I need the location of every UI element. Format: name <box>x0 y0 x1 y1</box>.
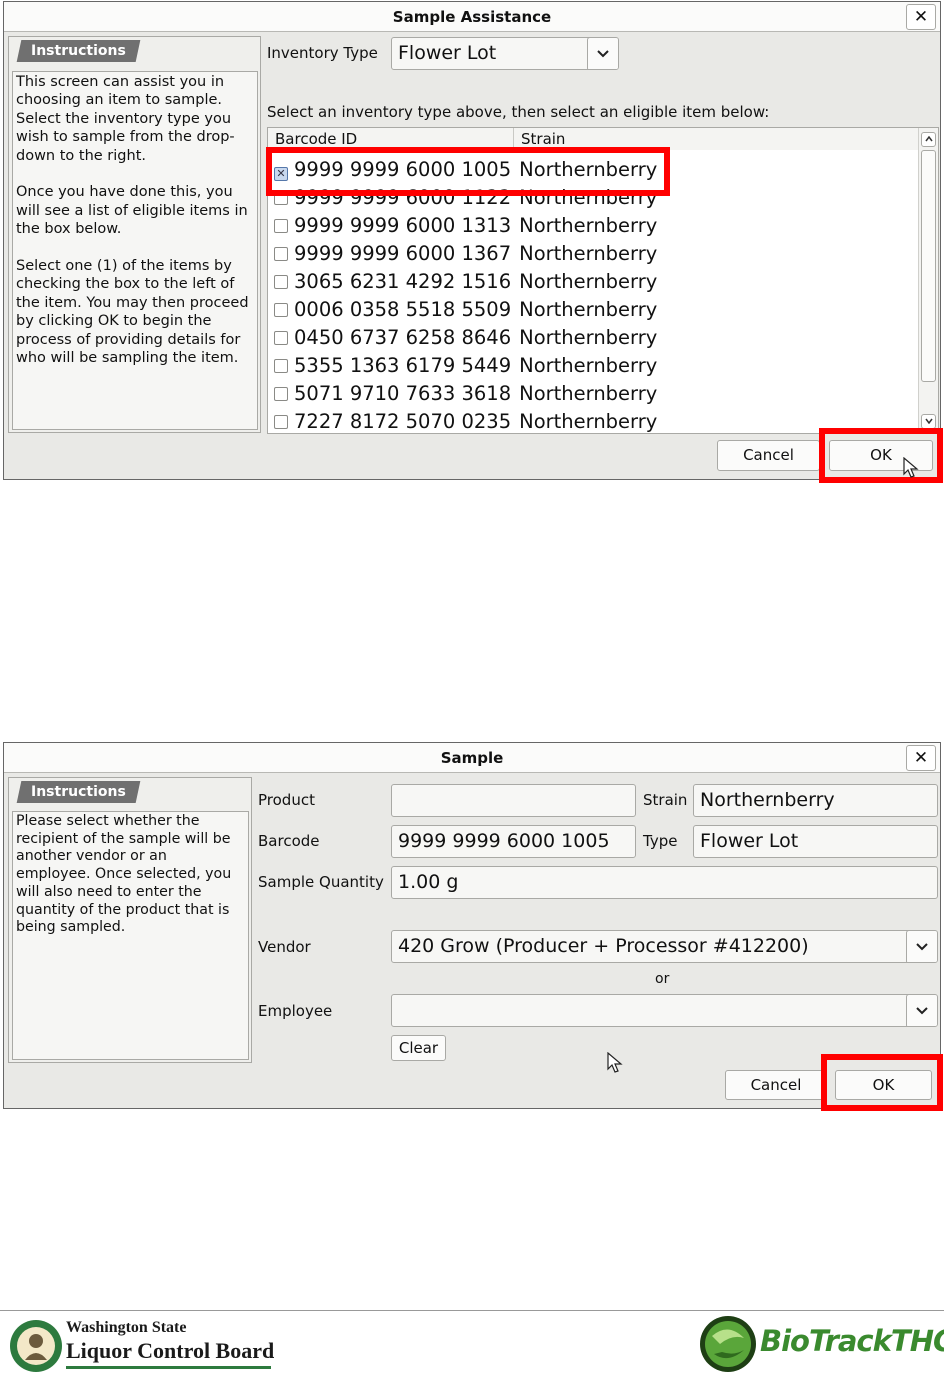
biotrack-wordmark: BioTrackTHC <box>760 1324 944 1358</box>
clear-button[interactable]: Clear <box>391 1035 446 1061</box>
row-strain: Northernberry <box>519 242 658 265</box>
sample-quantity-field[interactable]: 1.00 g <box>391 866 938 899</box>
highlight-selected-row <box>266 147 670 196</box>
row-strain: Northernberry <box>519 270 658 293</box>
row-checkbox[interactable] <box>274 331 288 345</box>
vendor-value: 420 Grow (Producer + Processor #412200) <box>398 935 809 957</box>
list-item[interactable]: 0450 6737 6258 8646 Northernberry <box>274 324 657 352</box>
instructions-panel: Instructions Please select whether the r… <box>8 777 252 1063</box>
row-barcode: 9999 9999 6000 1313 <box>294 214 512 237</box>
instructions-tab: Instructions <box>16 781 141 803</box>
lcb-underline <box>66 1366 271 1369</box>
row-checkbox[interactable] <box>274 303 288 317</box>
row-barcode: 9999 9999 6000 1367 <box>294 242 512 265</box>
biotrack-logo: BioTrackTHC <box>698 1314 944 1374</box>
type-field[interactable]: Flower Lot <box>693 825 938 858</box>
product-label: Product <box>258 791 315 809</box>
row-strain: Northernberry <box>519 382 658 405</box>
mouse-cursor-icon <box>903 457 919 478</box>
list-item[interactable]: 7227 8172 5070 0235 Northernberry <box>274 408 658 433</box>
row-checkbox[interactable] <box>274 219 288 233</box>
row-strain: Northernberry <box>519 298 658 321</box>
sample-dialog: Sample ✕ Instructions Please select whet… <box>3 742 941 1109</box>
row-barcode: 0450 6737 6258 8646 <box>294 326 512 349</box>
lcb-title-line1: Washington State <box>66 1319 187 1336</box>
list-prompt: Select an inventory type above, then sel… <box>267 103 770 121</box>
highlight-ok-button <box>821 1054 943 1111</box>
row-barcode: 3065 6231 4292 1516 <box>294 270 512 293</box>
chevron-down-icon[interactable] <box>906 931 937 962</box>
chevron-down-icon[interactable] <box>587 38 618 69</box>
cancel-button[interactable]: Cancel <box>717 440 820 471</box>
row-barcode: 5071 9710 7633 3618 <box>294 382 512 405</box>
list-scrollbar[interactable] <box>918 128 938 433</box>
row-strain: Northernberry <box>519 354 658 377</box>
inventory-type-label: Inventory Type <box>267 44 378 62</box>
inventory-type-dropdown[interactable]: Flower Lot <box>391 37 619 70</box>
strain-label: Strain <box>643 791 688 809</box>
sample-assistance-dialog: Sample Assistance ✕ Instructions This sc… <box>3 1 941 480</box>
row-strain: Northernberry <box>519 410 658 433</box>
row-checkbox[interactable] <box>274 387 288 401</box>
list-item[interactable]: 5355 1363 6179 5449 Northernberry <box>274 352 657 380</box>
close-icon[interactable]: ✕ <box>906 4 936 30</box>
row-checkbox[interactable] <box>274 359 288 373</box>
close-icon[interactable]: ✕ <box>906 745 936 771</box>
sample-quantity-label: Sample Quantity <box>258 873 384 891</box>
highlight-ok-button <box>819 428 943 483</box>
lcb-title-line2: Liquor Control Board <box>66 1338 275 1363</box>
row-strain: Northernberry <box>519 214 658 237</box>
dialog-title: Sample Assistance <box>4 2 940 32</box>
list-item[interactable]: 5071 9710 7633 3618 Northernberry <box>274 380 657 408</box>
barcode-field[interactable]: 9999 9999 6000 1005 <box>391 825 636 858</box>
scroll-up-icon[interactable] <box>921 132 936 147</box>
instructions-tab: Instructions <box>16 40 141 62</box>
list-item[interactable]: 9999 9999 6000 1313 Northernberry <box>274 212 657 240</box>
dialog-title: Sample <box>4 743 940 773</box>
scroll-thumb[interactable] <box>921 150 936 382</box>
cancel-button[interactable]: Cancel <box>725 1070 827 1100</box>
list-item[interactable]: 3065 6231 4292 1516 Northernberry <box>274 268 657 296</box>
chevron-down-icon[interactable] <box>906 995 937 1026</box>
strain-field[interactable]: Northernberry <box>693 784 938 817</box>
employee-dropdown[interactable] <box>391 994 938 1027</box>
biotrack-globe-icon <box>700 1316 756 1372</box>
mouse-cursor-icon <box>607 1052 623 1073</box>
instructions-panel: Instructions This screen can assist you … <box>8 36 261 433</box>
row-checkbox[interactable] <box>274 275 288 289</box>
row-barcode: 7227 8172 5070 0235 <box>294 410 512 433</box>
vendor-dropdown[interactable]: 420 Grow (Producer + Processor #412200) <box>391 930 938 963</box>
vendor-label: Vendor <box>258 938 311 956</box>
instructions-text: This screen can assist you in choosing a… <box>12 71 258 430</box>
row-checkbox[interactable] <box>274 247 288 261</box>
barcode-label: Barcode <box>258 832 320 850</box>
row-barcode: 5355 1363 6179 5449 <box>294 354 512 377</box>
or-separator: or <box>655 971 670 987</box>
product-field[interactable] <box>391 784 636 817</box>
scroll-down-icon[interactable] <box>921 414 936 429</box>
row-checkbox[interactable] <box>274 415 288 429</box>
washington-seal-icon <box>10 1320 62 1372</box>
inventory-type-value: Flower Lot <box>398 42 497 64</box>
instructions-text: Please select whether the recipient of t… <box>12 811 249 1060</box>
employee-label: Employee <box>258 1002 333 1020</box>
wslcb-logo: Washington State Liquor Control Board <box>8 1318 278 1374</box>
list-item[interactable]: 9999 9999 6000 1367 Northernberry <box>274 240 657 268</box>
type-label: Type <box>643 832 678 850</box>
row-barcode: 0006 0358 5518 5509 <box>294 298 512 321</box>
footer-divider <box>0 1310 944 1311</box>
row-strain: Northernberry <box>519 326 658 349</box>
list-item[interactable]: 0006 0358 5518 5509 Northernberry <box>274 296 657 324</box>
